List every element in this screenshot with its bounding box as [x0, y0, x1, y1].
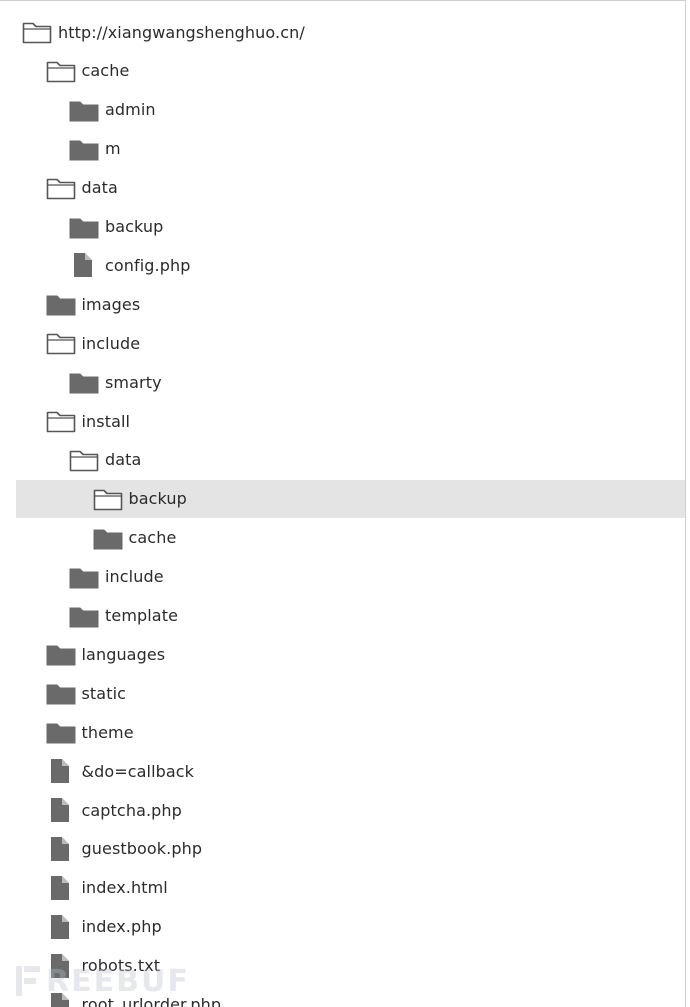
file-icon — [44, 836, 78, 862]
file-icon — [44, 914, 78, 940]
tree-item-images[interactable]: images — [44, 285, 141, 323]
file-icon — [44, 875, 78, 901]
tree-item-label: cache — [81, 61, 130, 81]
tree-item-data[interactable]: data — [44, 169, 118, 207]
tree-item-data[interactable]: data — [67, 441, 141, 479]
tree-item-label: http://xiangwangshenghuo.cn/ — [58, 22, 305, 42]
tree-item-do-callback[interactable]: &do=callback — [44, 752, 195, 790]
tree-item-label: index.php — [81, 917, 162, 937]
tree-item-label: backup — [105, 217, 164, 236]
tree-item-label: data — [81, 178, 118, 198]
tree-item-label: include — [81, 333, 141, 353]
folder-closed-icon — [67, 214, 101, 240]
tree-item-http-xiangwangshenghuo-cn[interactable]: http://xiangwangshenghuo.cn/ — [20, 13, 305, 51]
tree-item-label: root_urlorder.php — [81, 995, 222, 1007]
tree-item-label: include — [105, 567, 164, 587]
tree-item-label: &do=callback — [81, 761, 195, 781]
tree-item-cache[interactable]: cache — [91, 519, 177, 557]
tree-item-guestbook-php[interactable]: guestbook.php — [44, 830, 203, 868]
tree-item-label: theme — [81, 722, 134, 742]
folder-closed-icon — [44, 291, 78, 317]
folder-open-icon — [44, 330, 78, 356]
folder-closed-icon — [44, 719, 78, 745]
tree-item-label: install — [81, 411, 131, 431]
file-icon — [44, 758, 78, 784]
tree-item-label: robots.txt — [81, 956, 161, 976]
tree-item-include[interactable]: include — [44, 324, 141, 362]
folder-open-icon — [44, 408, 78, 434]
tree-item-cache[interactable]: cache — [44, 52, 130, 90]
tree-item-label: images — [81, 294, 141, 314]
tree-item-label: admin — [105, 100, 156, 120]
tree-item-theme[interactable]: theme — [44, 713, 134, 751]
tree-item-include[interactable]: include — [67, 558, 164, 596]
folder-open-icon — [44, 175, 78, 201]
tree-item-root-urlorder-php[interactable]: root_urlorder.php — [44, 986, 222, 1007]
tree-item-label: captcha.php — [81, 800, 182, 820]
folder-closed-icon — [67, 369, 101, 395]
tree-item-label: backup — [128, 489, 187, 509]
tree-item-install[interactable]: install — [44, 402, 131, 440]
folder-closed-icon — [67, 603, 101, 629]
file-icon — [44, 797, 78, 823]
file-icon — [67, 252, 101, 278]
tree-item-label: static — [81, 683, 127, 703]
file-icon — [44, 992, 78, 1007]
folder-closed-icon — [67, 564, 101, 590]
watermark-logo-icon — [16, 966, 40, 996]
tree-item-label: data — [105, 450, 142, 470]
tree-item-config-php[interactable]: config.php — [67, 246, 191, 284]
folder-open-icon — [20, 19, 54, 45]
tree-item-languages[interactable]: languages — [44, 635, 166, 673]
folder-closed-icon — [67, 136, 101, 162]
folder-closed-icon — [91, 525, 125, 551]
tree-item-label: config.php — [105, 255, 191, 275]
file-icon — [44, 953, 78, 979]
tree-item-index-html[interactable]: index.html — [44, 869, 168, 907]
tree-item-backup[interactable]: backup — [67, 208, 163, 246]
folder-closed-icon — [44, 680, 78, 706]
tree-item-label: index.html — [81, 878, 168, 898]
tree-item-template[interactable]: template — [67, 597, 178, 635]
tree-item-label: guestbook.php — [81, 839, 203, 859]
tree-item-admin[interactable]: admin — [67, 91, 156, 129]
folder-open-icon — [67, 447, 101, 473]
folder-open-icon — [44, 58, 78, 84]
tree-item-backup[interactable]: backup — [16, 479, 685, 518]
tree-item-label: smarty — [105, 372, 162, 392]
tree-item-label: template — [105, 606, 179, 625]
tree-item-label: cache — [128, 528, 177, 548]
tree-item-robots-txt[interactable]: robots.txt — [44, 947, 161, 985]
tree-item-captcha-php[interactable]: captcha.php — [44, 791, 182, 829]
tree-item-index-php[interactable]: index.php — [44, 908, 162, 946]
file-tree-panel: http://xiangwangshenghuo.cn/cache admin m d… — [0, 0, 686, 1007]
tree-item-label: languages — [81, 644, 166, 664]
tree-item-m[interactable]: m — [67, 130, 121, 168]
tree-item-static[interactable]: static — [44, 674, 127, 712]
folder-closed-icon — [67, 97, 101, 123]
tree-item-label: m — [105, 139, 121, 159]
folder-closed-icon — [44, 641, 78, 667]
tree-item-smarty[interactable]: smarty — [67, 363, 162, 401]
folder-open-icon — [91, 486, 125, 512]
